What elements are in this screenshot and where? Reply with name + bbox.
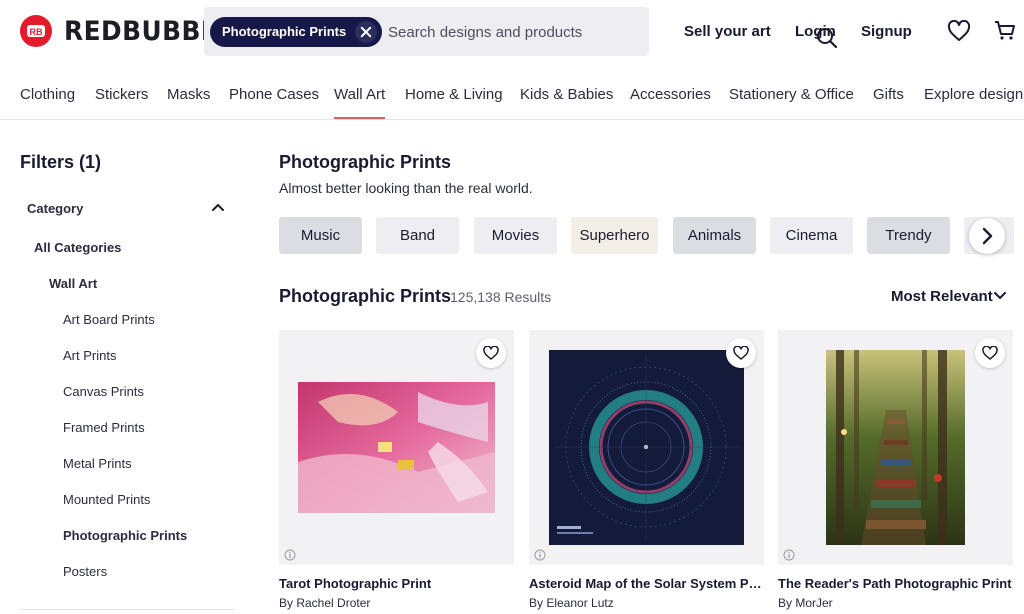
product-title[interactable]: Tarot Photographic Print bbox=[279, 576, 514, 591]
sidebar-divider bbox=[20, 609, 235, 610]
product-artist[interactable]: By Rachel Droter bbox=[279, 596, 514, 610]
chevron-down-icon[interactable] bbox=[994, 292, 1006, 300]
filter-canvas-prints[interactable]: Canvas Prints bbox=[63, 384, 144, 399]
tag-cinema[interactable]: Cinema bbox=[770, 217, 853, 254]
product-card[interactable]: Tarot Photographic Print By Rachel Drote… bbox=[279, 330, 514, 610]
info-icon[interactable] bbox=[783, 549, 795, 561]
nav-explore-designs[interactable]: Explore designs bbox=[924, 86, 1024, 103]
tag-superhero[interactable]: Superhero bbox=[571, 217, 658, 254]
tag-band[interactable]: Band bbox=[376, 217, 459, 254]
nav-home-living[interactable]: Home & Living bbox=[405, 86, 503, 103]
close-icon[interactable] bbox=[355, 21, 378, 43]
tag-animals[interactable]: Animals bbox=[673, 217, 756, 254]
filter-mounted-prints[interactable]: Mounted Prints bbox=[63, 492, 150, 507]
tags-next-button[interactable] bbox=[969, 218, 1005, 254]
search-bar: Photographic Prints bbox=[204, 7, 838, 56]
favorite-button[interactable] bbox=[975, 338, 1005, 368]
product-title[interactable]: The Reader's Path Photographic Print bbox=[778, 576, 1013, 591]
readers-path-image bbox=[826, 350, 965, 545]
nav-accessories[interactable]: Accessories bbox=[630, 86, 711, 103]
heart-icon bbox=[483, 346, 499, 360]
chevron-up-icon[interactable] bbox=[212, 203, 224, 211]
page-subtitle: Almost better looking than the real worl… bbox=[279, 180, 533, 196]
tag-movies[interactable]: Movies bbox=[474, 217, 557, 254]
product-title[interactable]: Asteroid Map of the Solar System Photogr… bbox=[529, 576, 764, 591]
filter-art-prints[interactable]: Art Prints bbox=[63, 348, 116, 363]
filter-wall-art[interactable]: Wall Art bbox=[49, 276, 97, 291]
results-count: 125,138 Results bbox=[450, 289, 552, 305]
nav-phone-cases[interactable]: Phone Cases bbox=[229, 86, 319, 103]
search-chip-label: Photographic Prints bbox=[222, 24, 347, 39]
nav-gifts[interactable]: Gifts bbox=[873, 86, 904, 103]
nav-stickers[interactable]: Stickers bbox=[95, 86, 148, 103]
category-nav: Clothing Stickers Masks Phone Cases Wall… bbox=[0, 76, 1024, 120]
nav-stationery-office[interactable]: Stationery & Office bbox=[729, 86, 854, 103]
product-image-container[interactable] bbox=[529, 330, 764, 565]
sort-dropdown[interactable]: Most Relevant bbox=[891, 288, 993, 305]
search-input[interactable] bbox=[388, 19, 608, 45]
favorite-button[interactable] bbox=[726, 338, 756, 368]
signup-link[interactable]: Signup bbox=[861, 23, 912, 40]
category-toggle-label[interactable]: Category bbox=[27, 201, 83, 216]
tag-trendy[interactable]: Trendy bbox=[867, 217, 950, 254]
nav-clothing[interactable]: Clothing bbox=[20, 86, 75, 103]
product-artist[interactable]: By MorJer bbox=[778, 596, 1013, 610]
info-icon[interactable] bbox=[534, 549, 546, 561]
page-title: Photographic Prints bbox=[279, 152, 452, 172]
tarot-artwork-image bbox=[298, 382, 495, 513]
product-card[interactable]: Asteroid Map of the Solar System Photogr… bbox=[529, 330, 764, 610]
favorite-button[interactable] bbox=[476, 338, 506, 368]
product-artist[interactable]: By Eleanor Lutz bbox=[529, 596, 764, 610]
filter-art-board-prints[interactable]: Art Board Prints bbox=[63, 312, 155, 327]
filter-all-categories[interactable]: All Categories bbox=[34, 240, 121, 255]
nav-masks[interactable]: Masks bbox=[167, 86, 210, 103]
tag-music[interactable]: Music bbox=[279, 217, 362, 254]
filter-metal-prints[interactable]: Metal Prints bbox=[63, 456, 132, 471]
search-filter-chip[interactable]: Photographic Prints bbox=[210, 17, 383, 47]
heart-icon bbox=[982, 346, 998, 360]
login-link[interactable]: Login bbox=[795, 23, 836, 40]
chevron-right-icon bbox=[982, 227, 993, 245]
product-card[interactable]: The Reader's Path Photographic Print By … bbox=[778, 330, 1013, 610]
filter-framed-prints[interactable]: Framed Prints bbox=[63, 420, 145, 435]
filter-posters[interactable]: Posters bbox=[63, 564, 107, 579]
product-image-container[interactable] bbox=[778, 330, 1013, 565]
nav-kids-babies[interactable]: Kids & Babies bbox=[520, 86, 613, 103]
nav-wall-art[interactable]: Wall Art bbox=[334, 86, 386, 119]
logo-mark: RB bbox=[20, 15, 52, 47]
heart-icon bbox=[733, 346, 749, 360]
asteroid-map-image bbox=[549, 350, 744, 545]
svg-text:RB: RB bbox=[30, 27, 43, 37]
product-image-container[interactable] bbox=[279, 330, 514, 565]
heart-icon[interactable] bbox=[947, 20, 971, 42]
info-icon[interactable] bbox=[284, 549, 296, 561]
site-header: RB REDBUBBLE Photographic Prints Sell yo… bbox=[0, 0, 1024, 64]
cart-icon[interactable] bbox=[994, 20, 1016, 42]
sell-your-art-link[interactable]: Sell your art bbox=[684, 23, 771, 40]
filters-title: Filters (1) bbox=[20, 152, 102, 172]
filter-photographic-prints[interactable]: Photographic Prints bbox=[63, 528, 187, 543]
results-title: Photographic Prints bbox=[279, 286, 452, 306]
